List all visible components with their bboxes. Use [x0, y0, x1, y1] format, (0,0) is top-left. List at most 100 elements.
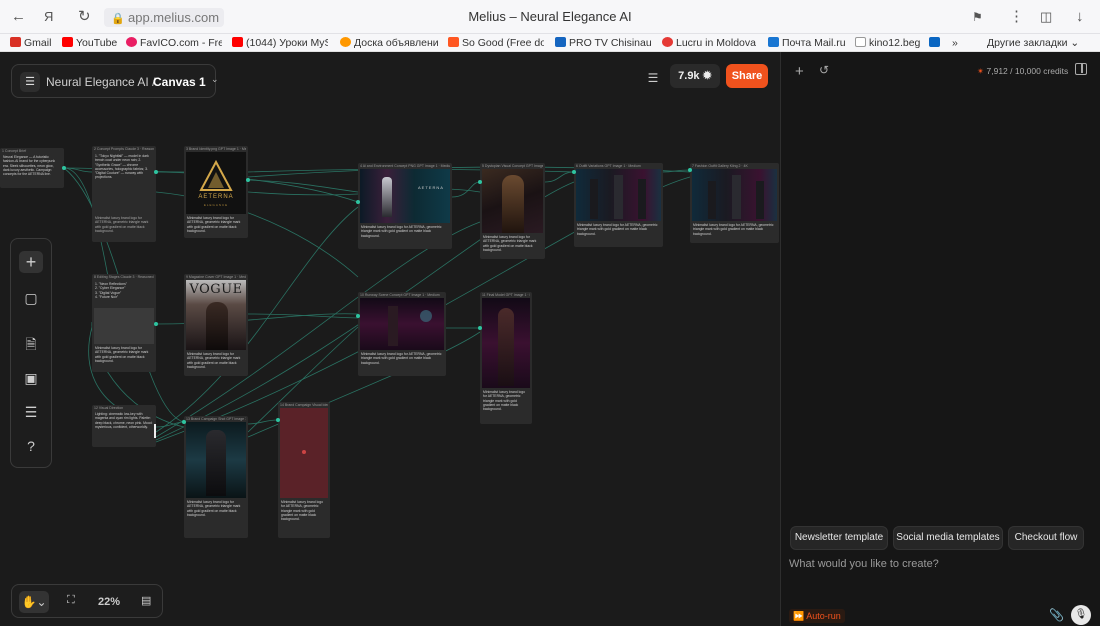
list-icon[interactable]: ☰ [19, 401, 43, 423]
attach-icon[interactable]: 📎 [1049, 608, 1064, 622]
node-final-look[interactable]: 11 Final Model GPT Image 1 · Medium Mini… [480, 292, 532, 424]
node-brand-campaign[interactable]: 13 Brand Campaign Shot GPT Image 1 · Med… [184, 416, 248, 538]
download-icon[interactable]: ↓ [1076, 9, 1084, 25]
newsletter-template-button[interactable]: Newsletter template [790, 526, 888, 550]
youtube-icon [232, 37, 243, 47]
other-bookmarks[interactable]: Другие закладки ⌄ [987, 37, 1087, 50]
canvas-name[interactable]: Canvas 1 [153, 75, 206, 89]
bookmark-kino[interactable]: kino12.beg [855, 37, 925, 50]
generated-image: VOGUE [186, 280, 246, 350]
node-brand-campaign-visual[interactable]: 14 Brand Campaign Visual Ideo Minimalist… [278, 402, 330, 538]
page-title-text: Melius – Neural Elegance AI [468, 9, 632, 24]
bookmark-lessons[interactable]: (1044) Уроки MyS [232, 37, 328, 50]
node-caption: Minimalist luxury brand logo for AETERNA… [483, 235, 537, 252]
output-port[interactable] [154, 170, 158, 174]
other-bookmarks-label: Другие закладки [987, 37, 1068, 49]
bookmark-favico[interactable]: FavICO.com - Free [126, 37, 222, 50]
app: 1 Concept Brief Neural Elegance — A futu… [0, 52, 1100, 626]
prompt-input[interactable] [789, 555, 1089, 573]
node-caption: Minimalist luxury brand logo for AETERNA… [483, 390, 526, 412]
assistant-panel: + ↺ ✴ 7,912 / 10,000 credits Newsletter … [780, 52, 1100, 626]
share-button[interactable]: Share [726, 64, 768, 88]
input-port[interactable] [356, 314, 360, 318]
credits-button[interactable]: 7.9k ✹ [670, 64, 720, 88]
reload-icon[interactable]: ↻ [78, 9, 91, 25]
yandex-icon[interactable]: Я [44, 9, 53, 25]
image-search-icon[interactable]: ▣ [19, 367, 43, 389]
minimap-icon[interactable]: ▤ [141, 594, 151, 607]
bookmark-lucru[interactable]: Lucru in Moldova [662, 37, 758, 50]
address-bar[interactable]: 🔒 app.melius.com [104, 8, 224, 27]
generated-image [576, 169, 661, 221]
input-port[interactable] [572, 170, 576, 174]
input-port[interactable] [688, 168, 692, 172]
node-cyber-character-1[interactable]: 4 Ai and Environment Concept PNG GPT Ima… [358, 163, 452, 249]
bookmark-gmail[interactable]: Gmail [10, 37, 58, 50]
settings-sliders-icon[interactable]: ☰ [642, 68, 664, 88]
output-port[interactable] [246, 178, 250, 182]
zoom-level[interactable]: 22% [98, 596, 120, 608]
node-brand-identity[interactable]: 3 Brand Identity.png GPT Image 1 · Mediu… [184, 146, 248, 238]
hand-tool-icon[interactable]: ✋⌄ [19, 591, 49, 613]
collections-icon[interactable]: ◫ [1040, 9, 1052, 25]
input-port[interactable] [478, 326, 482, 330]
more-bookmarks[interactable]: » [952, 37, 962, 50]
document-icon[interactable]: 🗎 [19, 333, 43, 355]
node-editing-stages[interactable]: 8 Editing Stages Claude 3 · Reasoned 1. … [92, 274, 156, 372]
node-text: 1. "Neon Reflections" 2. "Cyber Elegance… [95, 282, 127, 299]
generated-image [482, 169, 543, 233]
add-node-icon[interactable]: + [19, 251, 43, 273]
node-dystopian-visual[interactable]: 5 Dystopian Visual Concept GPT Image 1 ·… [480, 163, 545, 259]
bookmark-label: (1044) Уроки MyS [246, 37, 328, 49]
chevron-down-icon[interactable]: ⌄ [211, 74, 219, 85]
history-icon[interactable]: ↺ [819, 63, 829, 77]
bookmark-mail[interactable]: Почта Mail.ru [768, 37, 850, 50]
bookmark-linkedin[interactable] [929, 37, 941, 50]
input-port[interactable] [182, 420, 186, 424]
bookmark-youtube[interactable]: YouTube [62, 37, 120, 50]
bookmark-sogood[interactable]: So Good (Free dov [448, 37, 544, 50]
canvas-title[interactable]: ☰ Neural Elegance AI / Canvas 1 ⌄ [11, 64, 219, 98]
soundcloud-icon [448, 37, 459, 47]
input-port[interactable] [478, 180, 482, 184]
node-magazine-cover[interactable]: 9 Magazine Cover GPT Image 1 · Medium VO… [184, 274, 248, 376]
node-caption: Minimalist luxury brand logo for AETERNA… [187, 500, 241, 517]
output-port[interactable] [62, 166, 66, 170]
credits-count: 7.9k [678, 70, 700, 82]
panel-toggle-icon[interactable] [1075, 63, 1087, 75]
help-icon[interactable]: ? [19, 435, 43, 457]
output-port[interactable] [154, 322, 158, 326]
node-header: 12 Visual Direction [94, 406, 124, 410]
menu-icon[interactable]: ☰ [20, 72, 40, 92]
social-media-templates-button[interactable]: Social media templates [893, 526, 1003, 550]
back-icon[interactable]: ← [11, 9, 26, 25]
node-header: 1 Concept Brief [2, 149, 27, 153]
new-chat-icon[interactable]: + [795, 63, 804, 80]
node-outfit-variations-1[interactable]: 6 Outfit Variations GPT Image 1 · Medium… [574, 163, 663, 247]
node-outfit-variations-2[interactable]: 7 Fashion Outfit Gallery Kling 2 · 4K Mi… [690, 163, 779, 243]
input-port[interactable] [356, 200, 360, 204]
canvas[interactable]: 1 Concept Brief Neural Elegance — A futu… [0, 52, 780, 626]
bookmark-label: Почта Mail.ru [782, 37, 846, 49]
node-visual-direction[interactable]: 12 Visual Direction Lighting: cinematic … [92, 405, 156, 447]
node-concept-prompts[interactable]: 2 Concept Prompts Claude 3 · Reasoned 1.… [92, 146, 156, 242]
bookmark-protv[interactable]: PRO TV Chisinau | [555, 37, 651, 50]
bookmark-ads[interactable]: Доска объявлени [340, 37, 438, 50]
sticky-note-icon[interactable]: ▢ [19, 287, 43, 309]
fit-view-icon[interactable]: ⛶ [67, 594, 75, 607]
bookmark-icon[interactable]: ⚑ [972, 9, 983, 25]
youtube-icon [62, 37, 73, 47]
node-caption: Minimalist luxury brand logo for AETERNA… [361, 225, 442, 238]
ads-icon [340, 37, 351, 47]
generated-image: AETERNA [360, 169, 450, 223]
project-name[interactable]: Neural Elegance AI / [46, 75, 155, 89]
microphone-icon[interactable]: 🎙 [1071, 605, 1091, 625]
node-runway-scene[interactable]: 10 Runway Scene Concept GPT Image 1 · Me… [358, 292, 446, 376]
magazine-masthead: VOGUE [189, 282, 243, 297]
node-concept-brief[interactable]: 1 Concept Brief Neural Elegance — A futu… [0, 148, 64, 188]
autorun-toggle[interactable]: ⏩ Auto-run [789, 609, 845, 623]
checkout-flow-button[interactable]: Checkout flow [1008, 526, 1084, 550]
more-menu-icon[interactable]: ⋮ [1009, 9, 1024, 25]
image-wordmark: AETERNA [418, 185, 444, 190]
input-port[interactable] [276, 418, 280, 422]
